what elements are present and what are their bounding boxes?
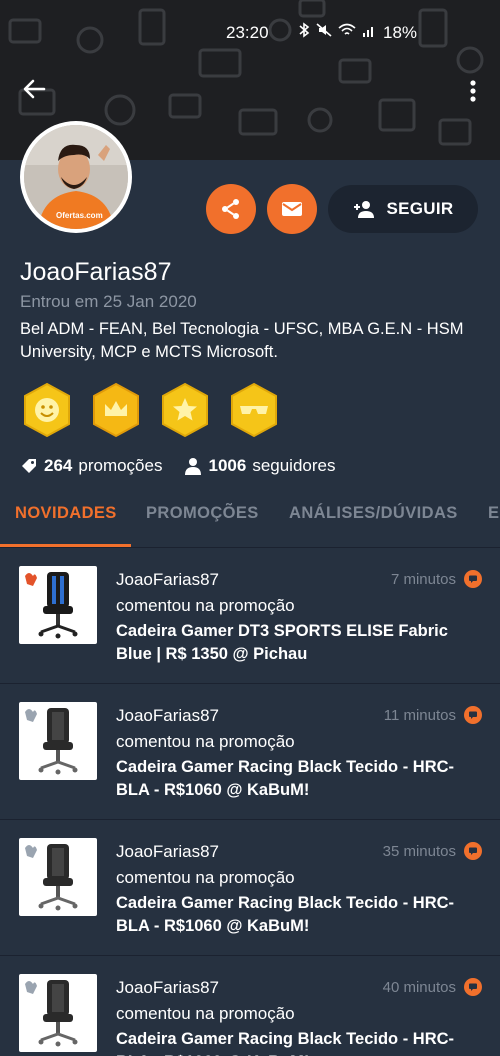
followers-count: 1006 — [208, 456, 247, 475]
chair-image — [25, 844, 78, 911]
mute-icon — [316, 23, 332, 37]
tab-novidades[interactable]: NOVIDADES — [15, 504, 117, 523]
feed-item[interactable]: JoaoFarias87 35 minutos comentou na prom… — [0, 820, 500, 956]
person-icon — [185, 458, 202, 475]
follow-button[interactable]: SEGUIR — [328, 185, 478, 233]
status-icons — [298, 22, 376, 38]
tag-icon — [22, 459, 36, 473]
comment-icon — [464, 706, 482, 724]
feed-item-user[interactable]: JoaoFarias87 — [116, 706, 219, 726]
share-button[interactable] — [206, 184, 256, 234]
feed-item[interactable]: JoaoFarias87 11 minutos comentou na prom… — [0, 684, 500, 820]
message-button[interactable] — [267, 184, 317, 234]
avatar: Ofertas.com — [20, 121, 132, 233]
feed-item-time: 11 minutos — [383, 707, 456, 724]
crown-badge-icon[interactable] — [91, 382, 141, 438]
feed-item-time: 35 minutos — [382, 843, 456, 860]
more-options-button[interactable] — [460, 74, 486, 108]
feed-item-action: comentou na promoção — [116, 868, 295, 887]
back-button[interactable] — [18, 72, 52, 106]
arrow-left-icon — [23, 79, 46, 99]
feed-item-title[interactable]: Cadeira Gamer Racing Black Tecido - HRC-… — [116, 892, 476, 938]
avatar-shirt-text: Ofertas.com — [56, 211, 103, 220]
feed-item[interactable]: JoaoFarias87 40 minutos comentou na prom… — [0, 956, 500, 1056]
chair-image — [25, 708, 78, 775]
feed-item-title[interactable]: Cadeira Gamer Racing Black Tecido - HRC-… — [116, 756, 476, 802]
mail-icon — [282, 202, 302, 216]
profile-joined-date: Entrou em 25 Jan 2020 — [20, 292, 197, 311]
more-vertical-icon — [470, 80, 476, 102]
followers-stat: 1006 seguidores — [184, 456, 335, 476]
signal-icon — [363, 27, 373, 37]
promotions-stat: 264 promoções — [20, 456, 162, 476]
share-icon — [222, 199, 239, 219]
feed-item-title[interactable]: Cadeira Gamer DT3 SPORTS ELISE Fabric Bl… — [116, 620, 476, 666]
sunglasses-badge-icon[interactable] — [229, 382, 279, 438]
feed-item-user[interactable]: JoaoFarias87 — [116, 978, 219, 998]
feed-item-time: 7 minutos — [390, 571, 456, 588]
promotions-label: promoções — [78, 456, 163, 475]
profile-username: JoaoFarias87 — [20, 258, 172, 286]
profile-tabs: NOVIDADES PROMOÇÕES ANÁLISES/DÚVIDAS E — [0, 496, 500, 548]
tab-promocoes[interactable]: PROMOÇÕES — [146, 504, 259, 523]
bluetooth-icon — [299, 22, 310, 38]
profile-bio: Bel ADM - FEAN, Bel Tecnologia - UFSC, M… — [20, 320, 464, 361]
tab-overflow[interactable]: E — [488, 504, 499, 523]
tab-active-indicator — [0, 544, 131, 547]
feed-item[interactable]: JoaoFarias87 7 minutos comentou na promo… — [0, 548, 500, 684]
activity-feed: JoaoFarias87 7 minutos comentou na promo… — [0, 548, 500, 1056]
chair-image — [25, 572, 78, 639]
chair-image — [25, 980, 78, 1047]
feed-item-time: 40 minutos — [382, 979, 456, 996]
feed-item-user[interactable]: JoaoFarias87 — [116, 570, 219, 590]
feed-item-action: comentou na promoção — [116, 596, 295, 615]
product-thumbnail[interactable] — [19, 566, 97, 644]
badges-row — [22, 382, 279, 438]
follow-button-label: SEGUIR — [386, 199, 454, 218]
star-badge-icon[interactable] — [160, 382, 210, 438]
avatar-photo: Ofertas.com — [24, 125, 128, 229]
followers-label: seguidores — [252, 456, 336, 475]
product-thumbnail[interactable] — [19, 702, 97, 780]
status-bar: 23:20 18% — [0, 0, 500, 66]
product-thumbnail[interactable] — [19, 974, 97, 1052]
wifi-icon — [338, 23, 356, 35]
product-thumbnail[interactable] — [19, 838, 97, 916]
comment-icon — [464, 842, 482, 860]
promotions-count: 264 — [44, 456, 73, 475]
status-battery: 18% — [383, 23, 418, 42]
tab-analises-duvidas[interactable]: ANÁLISES/DÚVIDAS — [289, 504, 458, 523]
feed-item-user[interactable]: JoaoFarias87 — [116, 842, 219, 862]
feed-item-action: comentou na promoção — [116, 1004, 295, 1023]
comment-icon — [464, 570, 482, 588]
profile-stats: 264 promoções 1006 seguidores — [20, 456, 357, 476]
add-person-icon — [353, 201, 374, 218]
comment-icon — [464, 978, 482, 996]
smiley-badge-icon[interactable] — [22, 382, 72, 438]
feed-item-action: comentou na promoção — [116, 732, 295, 751]
feed-item-title[interactable]: Cadeira Gamer Racing Black Tecido - HRC-… — [116, 1028, 476, 1056]
status-time: 23:20 — [226, 23, 269, 42]
